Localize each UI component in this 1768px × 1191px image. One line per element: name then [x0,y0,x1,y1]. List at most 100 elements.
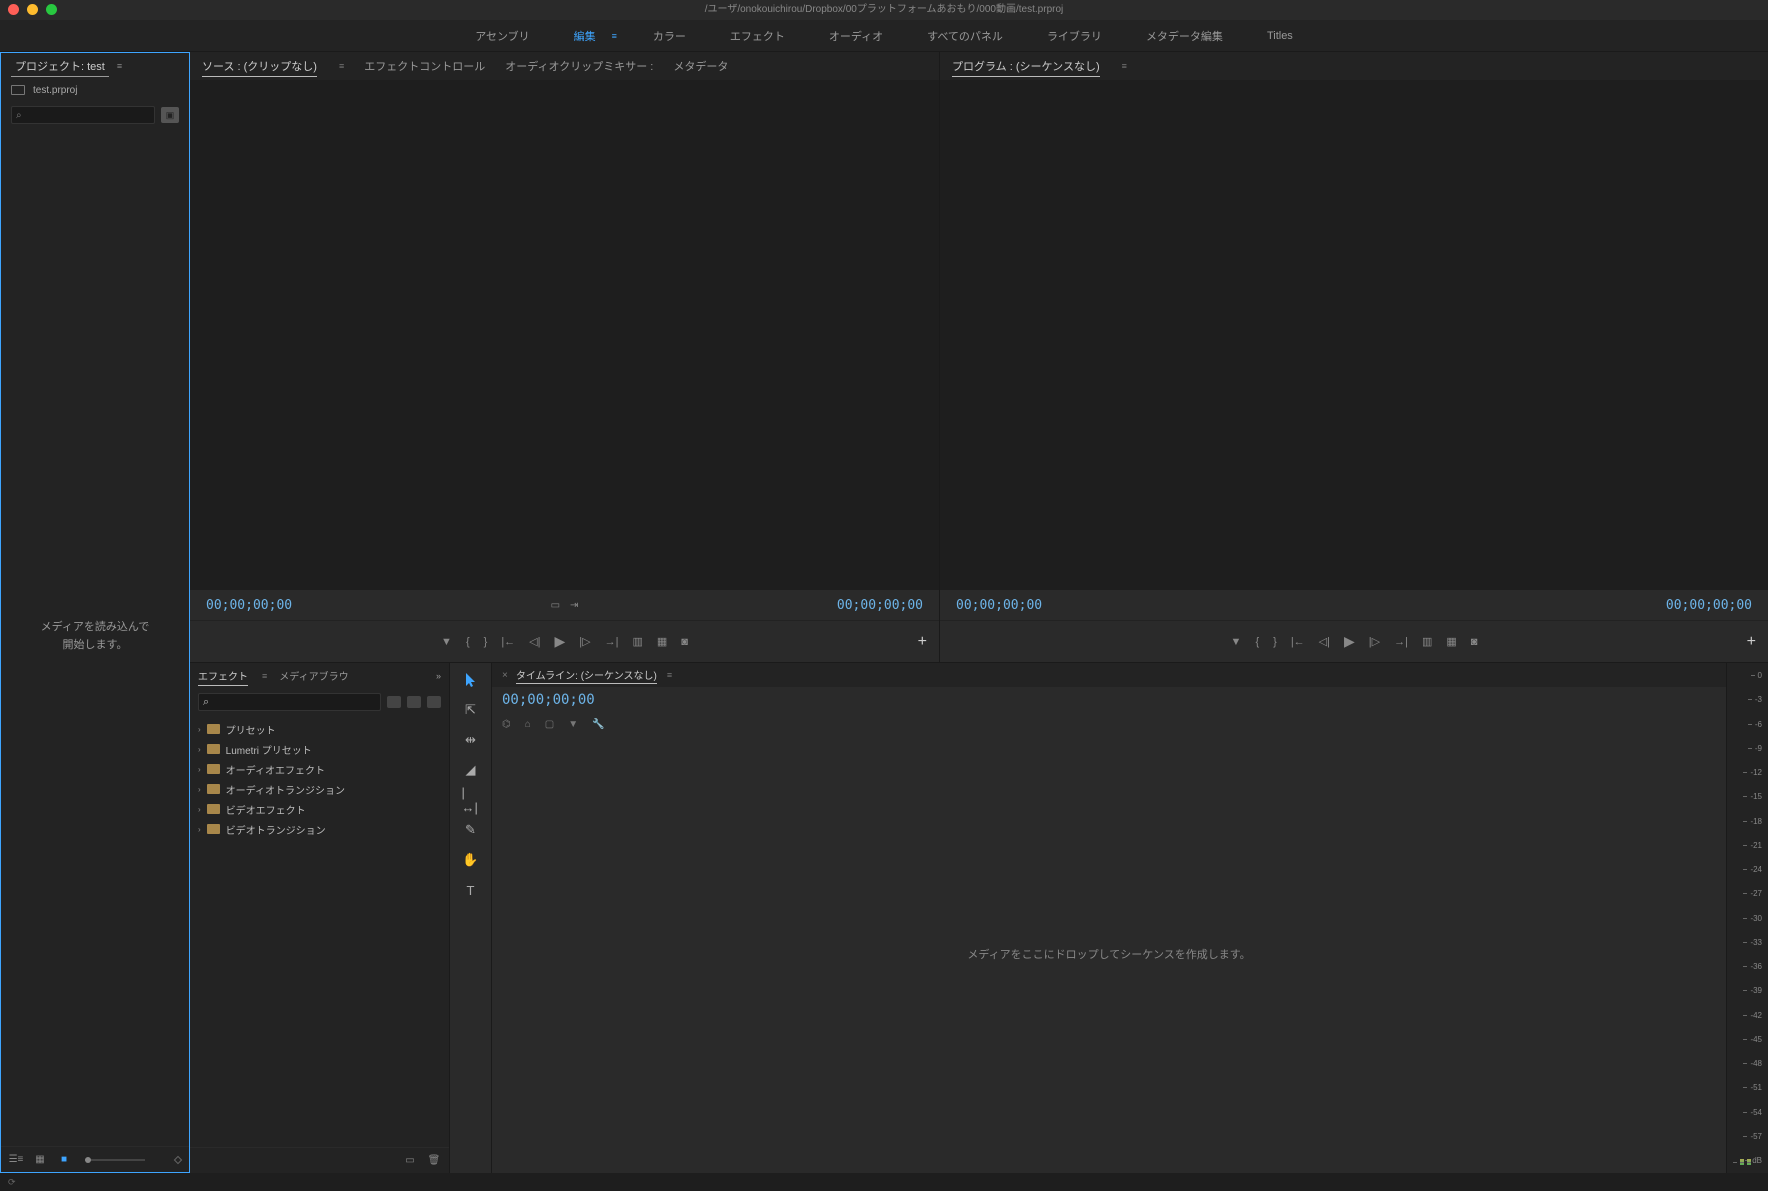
effects-node-video-trans[interactable]: ›ビデオトランジション [190,819,449,839]
effects-search-input[interactable]: ⌕ [198,693,381,711]
ws-effects[interactable]: エフェクト [722,24,793,48]
step-forward-icon[interactable]: |▷ [579,635,590,648]
program-tc-in[interactable]: 00;00;00;00 [956,598,1042,613]
ws-all-panels[interactable]: すべてのパネル [919,24,1011,48]
effect-controls-tab[interactable]: エフェクトコントロール [364,56,485,77]
ripple-tool-icon[interactable]: ⇹ [462,731,480,749]
camera-icon[interactable]: ◙ [681,636,688,648]
step-back-icon[interactable]: ◁| [529,635,540,648]
project-empty-state[interactable]: メディアを読み込んで 開始します。 [1,127,189,1146]
prog-go-to-out-icon[interactable]: →| [1394,636,1408,648]
effects-node-audio-fx[interactable]: ›オーディオエフェクト [190,759,449,779]
yuv-badge-icon[interactable] [427,696,441,708]
source-viewer[interactable] [190,80,939,590]
mark-in-icon[interactable]: { [466,636,470,648]
overwrite-icon[interactable]: ▦ [657,635,667,648]
prog-play-icon[interactable]: ▶ [1344,633,1355,650]
metadata-tab[interactable]: メタデータ [673,56,728,77]
prog-mark-out-icon[interactable]: } [1273,636,1277,648]
source-transport: ▼ { } |← ◁| ▶ |▷ →| ▥ ▦ ◙ + [190,620,939,662]
panel-menu-icon[interactable]: ≡ [117,61,122,71]
effects-node-presets[interactable]: ›プリセット [190,719,449,739]
source-tab[interactable]: ソース : (クリップなし) [202,56,317,77]
hand-tool-icon[interactable]: ✋ [462,851,480,869]
32bit-badge-icon[interactable] [407,696,421,708]
fullscreen-icon[interactable] [46,4,57,15]
prog-add-button-icon[interactable]: + [1747,633,1756,651]
ws-color[interactable]: カラー [645,24,694,48]
prog-extract-icon[interactable]: ▦ [1446,635,1456,648]
accelerated-badge-icon[interactable] [387,696,401,708]
program-tab[interactable]: プログラム : (シーケンスなし) [952,56,1100,77]
audio-clip-mixer-tab[interactable]: オーディオクリップミキサー : [505,56,653,77]
effects-tab[interactable]: エフェクト [198,666,248,686]
prog-camera-icon[interactable]: ◙ [1471,636,1478,648]
source-menu-icon[interactable]: ≡ [339,61,344,71]
ws-metadata[interactable]: メタデータ編集 [1138,24,1231,48]
timeline-close-icon[interactable]: × [502,670,508,681]
tool-palette: ⇱ ⇹ ◢ |↔| ✎ ✋ T [450,663,492,1173]
cloud-sync-icon[interactable]: ⟳ [8,1177,16,1188]
timeline-tab[interactable]: タイムライン: (シーケンスなし) [516,667,657,684]
add-marker-icon[interactable]: ▼ [441,636,452,648]
program-menu-icon[interactable]: ≡ [1122,61,1127,71]
effects-menu-icon[interactable]: ≡ [262,671,267,681]
list-view-icon[interactable]: ☰≡ [9,1154,23,1166]
search-icon: ⌕ [16,110,22,121]
zoom-slider[interactable] [85,1159,145,1161]
prog-go-to-in-icon[interactable]: |← [1291,636,1305,648]
timeline-drop-zone[interactable]: メディアをここにドロップしてシーケンスを作成します。 [492,735,1726,1173]
razor-tool-icon[interactable]: ◢ [462,761,480,779]
go-to-in-icon[interactable]: |← [501,636,515,648]
wrench-icon[interactable]: 🔧 [592,719,604,730]
prog-lift-icon[interactable]: ▥ [1422,635,1432,648]
slip-tool-icon[interactable]: ✎ [462,821,480,839]
minimize-icon[interactable] [27,4,38,15]
insert-icon[interactable]: ▥ [632,635,642,648]
play-icon[interactable]: ▶ [555,633,566,650]
fit-icon[interactable]: ▭ [551,600,560,611]
more-tabs-icon[interactable]: » [436,671,441,681]
ws-titles[interactable]: Titles [1259,26,1301,46]
rate-stretch-tool-icon[interactable]: |↔| [462,791,480,809]
source-tc-out[interactable]: 00;00;00;00 [837,598,923,613]
effects-node-audio-trans[interactable]: ›オーディオトランジション [190,779,449,799]
new-bin-icon[interactable]: ▭ [403,1155,417,1167]
freeform-view-icon[interactable]: ▦ [33,1154,47,1166]
track-select-tool-icon[interactable]: ⇱ [462,701,480,719]
type-tool-icon[interactable]: T [462,881,480,899]
project-search-input[interactable]: ⌕ [11,106,155,124]
add-button-icon[interactable]: + [918,633,927,651]
effects-node-lumetri[interactable]: ›Lumetri プリセット [190,739,449,759]
program-viewer[interactable] [940,80,1768,590]
ws-library[interactable]: ライブラリ [1039,24,1110,48]
project-tab[interactable]: プロジェクト: test [11,56,109,77]
prog-mark-in-icon[interactable]: { [1255,636,1259,648]
go-to-out-icon[interactable]: →| [605,636,619,648]
source-tc-in[interactable]: 00;00;00;00 [206,598,292,613]
media-browser-tab[interactable]: メディアブラウ [279,666,348,686]
prog-step-back-icon[interactable]: ◁| [1319,635,1330,648]
prog-add-marker-icon[interactable]: ▼ [1231,636,1242,648]
resolution-icon[interactable]: ⇥ [570,600,578,611]
marker-opt-icon[interactable]: ▢ [545,719,554,730]
effects-node-video-fx[interactable]: ›ビデオエフェクト [190,799,449,819]
folder-icon [207,784,220,794]
ws-menu-icon[interactable]: ≡ [612,31,617,41]
mark-out-icon[interactable]: } [484,636,488,648]
ws-assembly[interactable]: アセンブリ [467,24,537,48]
trash-icon[interactable]: 🗑 [427,1155,441,1167]
ws-audio[interactable]: オーディオ [821,24,891,48]
close-icon[interactable] [8,4,19,15]
timeline-menu-icon[interactable]: ≡ [667,670,672,680]
new-bin-button[interactable]: ▣ [161,107,179,123]
linked-selection-icon[interactable]: ⌂ [525,719,531,730]
program-tc-out[interactable]: 00;00;00;00 [1666,598,1752,613]
selection-tool-icon[interactable] [462,671,480,689]
timeline-timecode[interactable]: 00;00;00;00 [502,692,595,708]
tag-icon[interactable]: ▼ [568,719,578,730]
prog-step-forward-icon[interactable]: |▷ [1369,635,1380,648]
icon-view-icon[interactable]: ■ [57,1154,71,1166]
ws-edit[interactable]: 編集 [566,24,604,48]
snap-icon[interactable]: ⌬ [502,719,511,730]
